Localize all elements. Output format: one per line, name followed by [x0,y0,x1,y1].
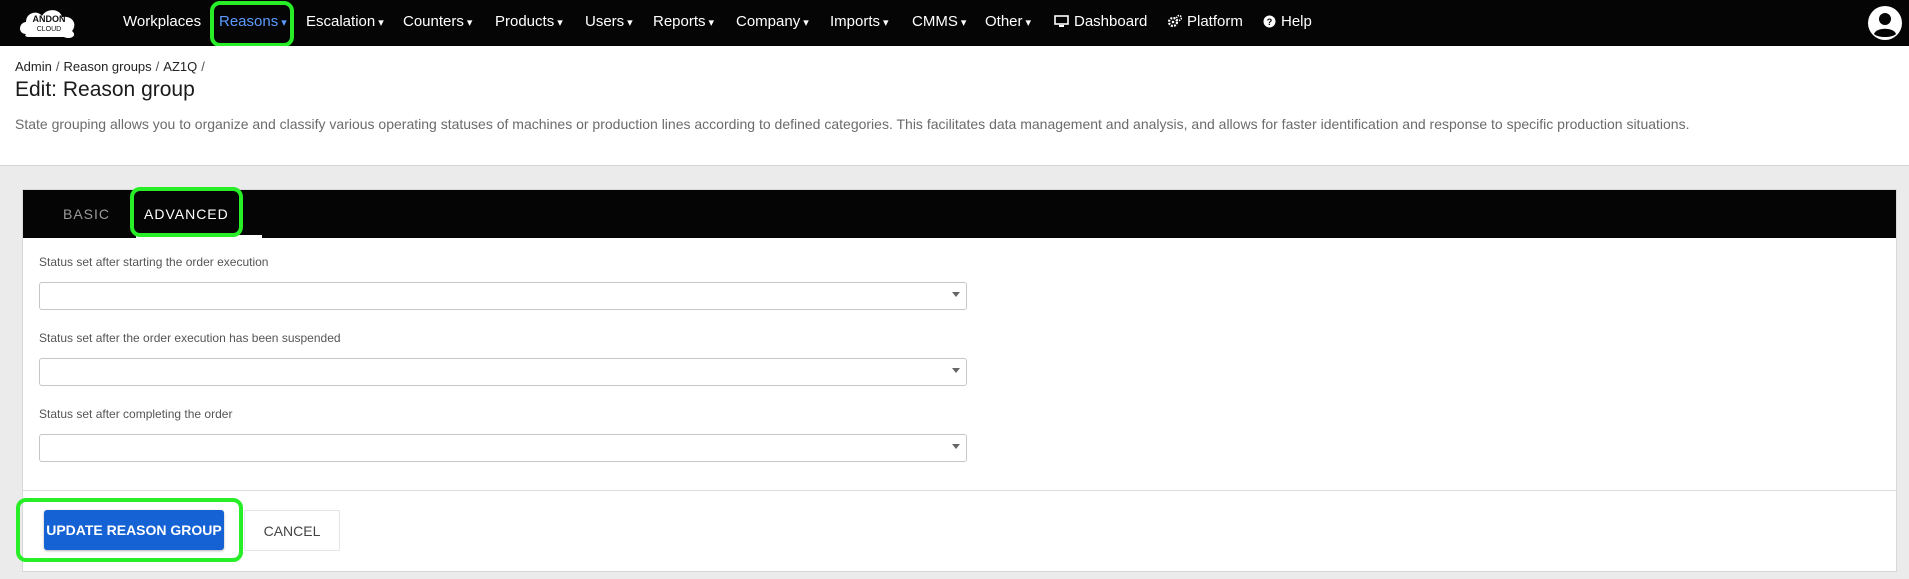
breadcrumb-separator: / [155,59,160,74]
breadcrumb-separator: / [55,59,60,74]
field-label: Status set after starting the order exec… [39,255,269,269]
nav-help-label: Help [1281,13,1312,30]
breadcrumb-reason-groups[interactable]: Reason groups [63,59,151,74]
top-navbar: ANDON CLOUD Workplaces Reasons ▾ Escalati… [0,0,1909,46]
nav-counters[interactable]: Counters ▾ [403,0,472,46]
tab-advanced[interactable]: ADVANCED [144,190,229,238]
status-after-suspend-select[interactable] [39,358,967,386]
field-label: Status set after the order execution has… [39,331,341,345]
nav-cmms-label: CMMS [912,13,958,30]
nav-platform-label: Platform [1187,13,1243,30]
nav-help[interactable]: ? Help [1263,0,1312,46]
svg-text:CLOUD: CLOUD [37,26,62,33]
breadcrumb: Admin / Reason groups / AZ1Q / [15,59,209,74]
gears-icon [1167,14,1183,28]
status-after-start-select[interactable] [39,282,967,310]
svg-text:ANDON: ANDON [33,14,66,24]
nav-reports-label: Reports [653,13,706,30]
field-status-after-suspend: Status set after the order execution has… [39,330,967,386]
card-divider [23,490,1896,491]
breadcrumb-separator: / [201,59,205,74]
nav-reasons[interactable]: Reasons ▾ [219,0,287,46]
page-title: Edit: Reason group [15,78,195,101]
status-after-complete-select[interactable] [39,434,967,462]
edit-form-card: BASIC ADVANCED Status set after starting… [22,189,1897,572]
active-tab-indicator [136,235,262,238]
chevron-down-icon [952,292,960,297]
nav-users[interactable]: Users ▾ [585,0,633,46]
andon-cloud-logo[interactable]: ANDON CLOUD [16,4,82,42]
nav-counters-label: Counters [403,13,464,30]
chevron-down-icon [952,444,960,449]
nav-reports[interactable]: Reports ▾ [653,0,714,46]
nav-workplaces-label: Workplaces [123,13,202,30]
tab-basic[interactable]: BASIC [63,190,110,238]
nav-imports[interactable]: Imports ▾ [830,0,889,46]
field-status-after-start: Status set after starting the order exec… [39,254,967,310]
field-label: Status set after completing the order [39,407,233,421]
chevron-down-icon: ▾ [281,17,287,29]
page-header: Admin / Reason groups / AZ1Q / Edit: Reason g… [0,46,1909,166]
page-description: State grouping allows you to organize an… [15,116,1690,132]
svg-text:?: ? [1267,17,1273,27]
nav-reasons-label: Reasons [219,13,279,30]
breadcrumb-current[interactable]: AZ1Q [163,59,197,74]
monitor-icon [1054,15,1069,27]
nav-platform[interactable]: Platform [1167,0,1243,46]
nav-products-label: Products [495,13,555,30]
nav-escalation-label: Escalation [306,13,376,30]
chevron-down-icon: ▾ [557,17,563,29]
chevron-down-icon: ▾ [466,17,473,29]
nav-cmms[interactable]: CMMS ▾ [912,0,966,46]
breadcrumb-admin[interactable]: Admin [15,59,52,74]
nav-workplaces[interactable]: Workplaces [123,0,201,46]
user-avatar-icon[interactable] [1867,5,1903,41]
chevron-down-icon: ▾ [883,17,889,29]
question-circle-icon: ? [1263,15,1276,28]
nav-other-label: Other [985,13,1023,30]
nav-other[interactable]: Other ▾ [985,0,1031,46]
chevron-down-icon: ▾ [803,17,809,29]
cancel-button[interactable]: CANCEL [244,510,340,551]
chevron-down-icon: ▾ [627,17,633,29]
update-reason-group-button[interactable]: UPDATE REASON GROUP [44,510,224,550]
tabs-bar: BASIC ADVANCED [23,190,1896,238]
chevron-down-icon [952,368,960,373]
nav-escalation[interactable]: Escalation ▾ [306,0,384,46]
nav-imports-label: Imports [830,13,881,30]
nav-company-label: Company [736,13,801,30]
chevron-down-icon: ▾ [1025,17,1032,29]
chevron-down-icon: ▾ [708,17,715,29]
chevron-down-icon: ▾ [960,17,967,29]
nav-dashboard-label: Dashboard [1074,13,1148,30]
field-status-after-complete: Status set after completing the order [39,406,967,462]
nav-users-label: Users [585,13,625,30]
nav-products[interactable]: Products ▾ [495,0,563,46]
nav-company[interactable]: Company ▾ [736,0,809,46]
nav-dashboard[interactable]: Dashboard [1054,0,1147,46]
chevron-down-icon: ▾ [378,17,384,29]
